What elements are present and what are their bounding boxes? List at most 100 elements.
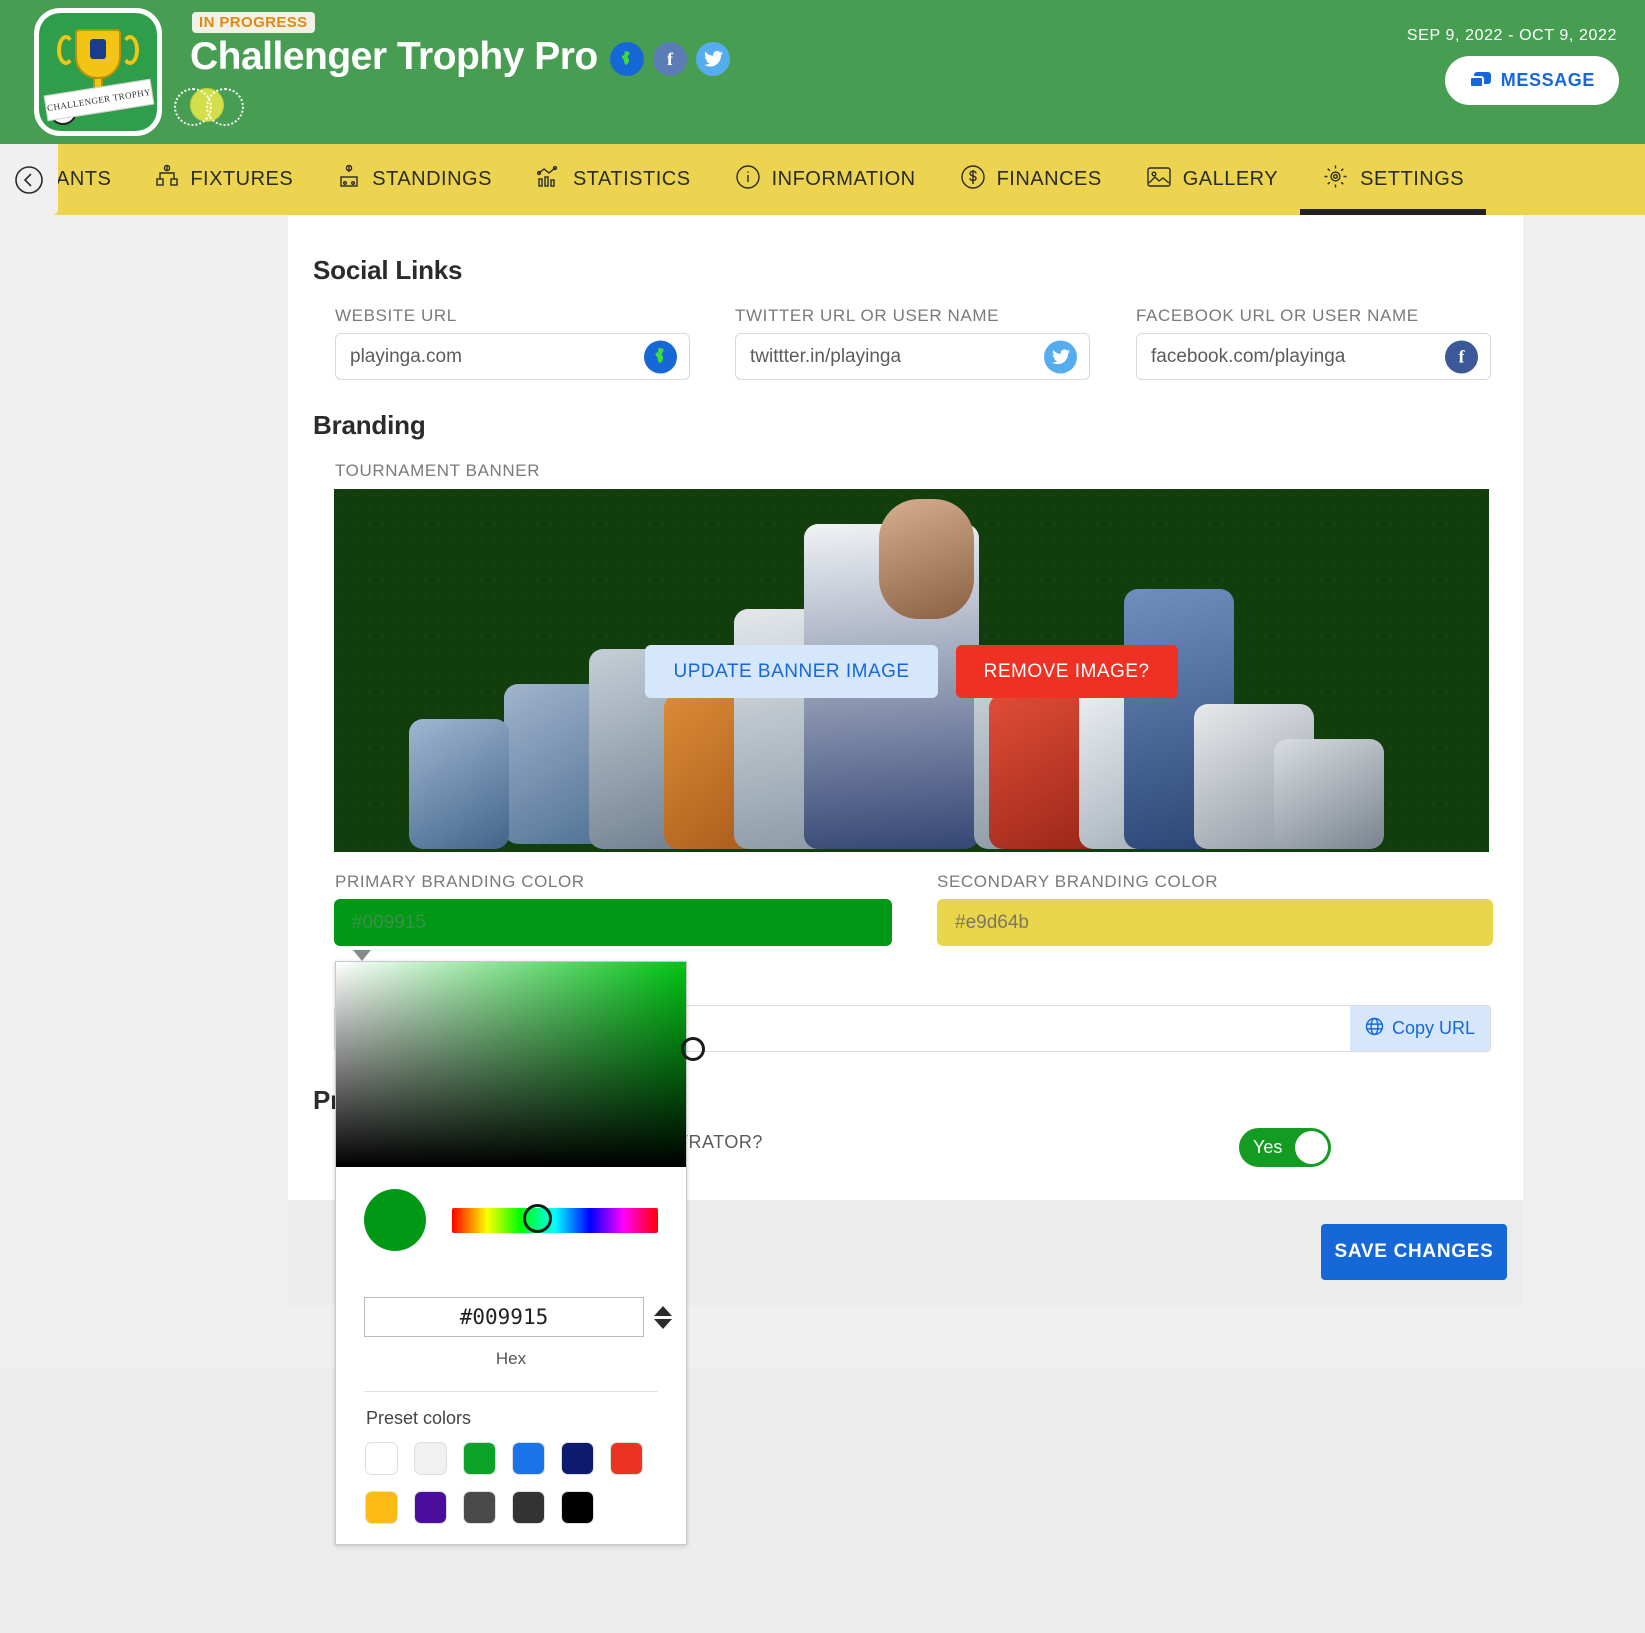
- trophy-handle-left: [57, 35, 75, 65]
- tournament-date-range: SEP 9, 2022 - OCT 9, 2022: [1406, 27, 1617, 44]
- banner-actions: UPDATE BANNER IMAGE REMOVE IMAGE?: [334, 645, 1489, 698]
- preset-color-swatch[interactable]: [562, 1443, 593, 1474]
- toggle-label: Yes: [1253, 1137, 1283, 1157]
- website-url-value: playinga.com: [350, 345, 462, 367]
- primary-branding-color-field[interactable]: #009915: [334, 899, 892, 946]
- update-banner-image-button[interactable]: UPDATE BANNER IMAGE: [645, 645, 938, 698]
- tab-gallery[interactable]: GALLERY: [1124, 144, 1300, 215]
- header-social-links: f: [610, 42, 730, 76]
- facebook-url-label: FACEBOOK URL OR USER NAME: [1136, 306, 1419, 325]
- preset-color-swatch[interactable]: [415, 1443, 446, 1474]
- facebook-url-value: facebook.com/playinga: [1151, 345, 1346, 367]
- preset-color-swatch[interactable]: [562, 1492, 593, 1523]
- hex-input-row: [364, 1297, 672, 1337]
- hex-caption: Hex: [495, 1349, 527, 1368]
- copy-url-button[interactable]: Copy URL: [1350, 1006, 1490, 1051]
- tab-bar: ANTS FIXTURES STANDINGS STATISTICS INFOR…: [0, 144, 1645, 215]
- saturation-handle[interactable]: [681, 1037, 705, 1061]
- saturation-value-area[interactable]: [336, 962, 705, 1167]
- tournament-banner[interactable]: UPDATE BANNER IMAGE REMOVE IMAGE?: [334, 489, 1489, 852]
- tab-information[interactable]: INFORMATION: [713, 144, 938, 215]
- message-icon: [1468, 71, 1491, 90]
- preset-color-swatch[interactable]: [366, 1492, 397, 1523]
- facebook-icon[interactable]: f: [653, 42, 687, 76]
- twitter-url-value: twittter.in/playinga: [750, 345, 902, 367]
- tab-label: ANTS: [56, 168, 112, 190]
- tab-finances[interactable]: FINANCES: [938, 144, 1124, 215]
- tab-label: FINANCES: [996, 168, 1102, 190]
- current-color-swatch: [364, 1189, 426, 1251]
- tournament-header: CHALLENGER TROPHY IN PROGRESS Challenger…: [0, 0, 1645, 144]
- tab-label: INFORMATION: [771, 168, 916, 190]
- tab-fixtures[interactable]: FIXTURES: [133, 144, 315, 215]
- stepper-up-icon[interactable]: [654, 1305, 672, 1316]
- globe-icon[interactable]: [610, 42, 644, 76]
- toggle-knob: [1295, 1131, 1328, 1164]
- preset-color-swatch[interactable]: [464, 1443, 495, 1474]
- twitter-url-label: TWITTER URL OR USER NAME: [735, 306, 1000, 325]
- gear-icon: [1322, 163, 1349, 196]
- info-icon: [735, 164, 761, 196]
- tab-settings[interactable]: SETTINGS: [1300, 144, 1487, 215]
- twitter-icon: [1044, 340, 1077, 373]
- picker-divider: [364, 1391, 658, 1392]
- save-changes-button[interactable]: SAVE CHANGES: [1321, 1224, 1507, 1280]
- hex-input[interactable]: [364, 1297, 644, 1337]
- status-badge: IN PROGRESS: [192, 12, 315, 33]
- preset-color-swatch[interactable]: [366, 1443, 397, 1474]
- tournament-logo[interactable]: CHALLENGER TROPHY: [34, 8, 162, 136]
- preset-colors-title: Preset colors: [366, 1408, 472, 1428]
- twitter-icon[interactable]: [696, 42, 730, 76]
- twitter-url-input[interactable]: twittter.in/playinga: [735, 333, 1090, 380]
- color-picker-popup[interactable]: Hex Preset colors: [335, 961, 705, 1545]
- tab-standings[interactable]: STANDINGS: [315, 144, 514, 215]
- tab-label: STATISTICS: [572, 168, 691, 190]
- back-button[interactable]: [0, 144, 58, 215]
- tennis-ball-icon: [174, 88, 244, 126]
- color-picker-preview-row: [336, 1167, 686, 1251]
- message-button-label: MESSAGE: [1500, 70, 1595, 90]
- social-links-heading: Social Links: [313, 255, 463, 285]
- remove-image-button[interactable]: REMOVE IMAGE?: [955, 645, 1178, 698]
- color-picker-arrow: [353, 950, 371, 961]
- logo-artwork: CHALLENGER TROPHY: [39, 13, 157, 131]
- secondary-branding-color-label: SECONDARY BRANDING COLOR: [937, 872, 1219, 891]
- preset-color-swatch[interactable]: [513, 1492, 544, 1523]
- preset-color-swatch[interactable]: [513, 1443, 544, 1474]
- hue-slider-handle[interactable]: [523, 1203, 552, 1233]
- website-url-label: WEBSITE URL: [335, 306, 457, 325]
- stepper-down-icon[interactable]: [654, 1318, 672, 1329]
- podium-icon: [337, 164, 361, 196]
- tab-statistics[interactable]: STATISTICS: [514, 144, 713, 215]
- tab-label: SETTINGS: [1360, 168, 1465, 190]
- image-icon: [1146, 165, 1172, 195]
- dollar-icon: [960, 164, 986, 196]
- primary-branding-color-label: PRIMARY BRANDING COLOR: [335, 872, 585, 891]
- message-button[interactable]: MESSAGE: [1444, 56, 1619, 105]
- preset-color-swatch[interactable]: [464, 1492, 495, 1523]
- secondary-branding-color-value: #e9d64b: [955, 911, 1029, 933]
- preset-colors-grid: [366, 1443, 656, 1523]
- copy-url-label: Copy URL: [1391, 1018, 1476, 1038]
- trophy-shield: [90, 39, 106, 59]
- tournament-banner-label: TOURNAMENT BANNER: [335, 461, 541, 480]
- bracket-icon: [155, 164, 179, 196]
- globe-icon: [644, 340, 677, 373]
- facebook-icon: f: [1445, 340, 1478, 373]
- trophy-handle-right: [121, 35, 139, 65]
- tab-label: STANDINGS: [372, 168, 492, 190]
- preset-color-swatch[interactable]: [415, 1492, 446, 1523]
- tab-label: FIXTURES: [190, 168, 294, 190]
- page-background-bottom: [0, 1368, 1645, 1633]
- chart-icon: [536, 164, 562, 196]
- secondary-branding-color-field[interactable]: #e9d64b: [937, 899, 1493, 946]
- hex-stepper[interactable]: [654, 1305, 672, 1329]
- facebook-url-input[interactable]: facebook.com/playinga f: [1136, 333, 1491, 380]
- preset-color-swatch[interactable]: [611, 1443, 642, 1474]
- administrator-toggle[interactable]: Yes: [1239, 1128, 1331, 1167]
- website-url-input[interactable]: playinga.com: [335, 333, 690, 380]
- tab-label: GALLERY: [1182, 168, 1279, 190]
- hue-slider[interactable]: [452, 1203, 658, 1233]
- page-title: Challenger Trophy Pro: [190, 35, 598, 78]
- branding-heading: Branding: [313, 410, 426, 440]
